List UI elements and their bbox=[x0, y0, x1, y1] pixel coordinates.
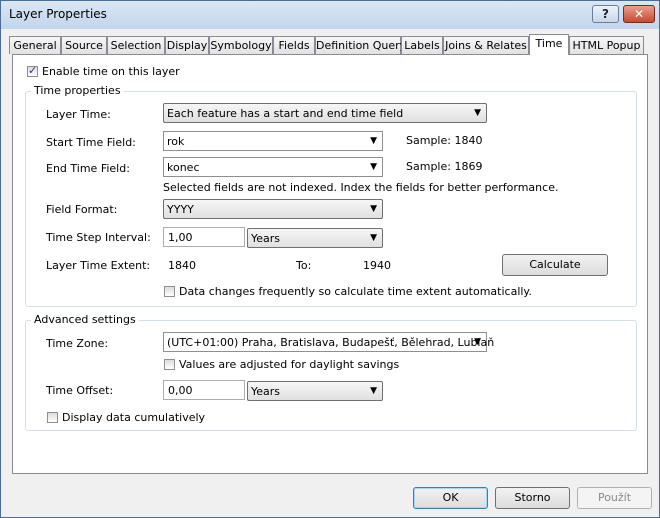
tab-definition-query[interactable]: Definition Query bbox=[315, 36, 406, 54]
chevron-down-icon: ▼ bbox=[474, 337, 481, 347]
extent-to-label: To: bbox=[296, 259, 312, 272]
enable-time-label: Enable time on this layer bbox=[42, 65, 180, 78]
time-step-unit-dropdown[interactable]: Years ▼ bbox=[247, 228, 383, 248]
tab-fields[interactable]: Fields bbox=[273, 36, 315, 54]
chevron-down-icon: ▼ bbox=[370, 233, 377, 243]
end-time-field-label: End Time Field: bbox=[46, 162, 130, 175]
advanced-settings-title: Advanced settings bbox=[31, 313, 139, 326]
time-step-input[interactable]: 1,00 bbox=[163, 227, 245, 247]
time-step-label: Time Step Interval: bbox=[46, 231, 151, 244]
start-sample-text: Sample: 1840 bbox=[406, 134, 483, 147]
chevron-down-icon: ▼ bbox=[370, 136, 377, 146]
tab-source[interactable]: Source bbox=[61, 36, 107, 54]
cancel-button[interactable]: Storno bbox=[495, 487, 570, 509]
daylight-savings-label: Values are adjusted for daylight savings bbox=[179, 358, 400, 371]
index-warning-text: Selected fields are not indexed. Index t… bbox=[163, 181, 559, 194]
ok-button[interactable]: OK bbox=[413, 487, 488, 509]
time-offset-unit-dropdown[interactable]: Years ▼ bbox=[247, 381, 383, 401]
calculate-button[interactable]: Calculate bbox=[502, 254, 608, 276]
title-bar: Layer Properties ? ✕ bbox=[1, 1, 659, 29]
field-format-value: YYYY bbox=[167, 203, 194, 216]
time-offset-value: 0,00 bbox=[168, 384, 193, 397]
start-time-field-label: Start Time Field: bbox=[46, 136, 136, 149]
time-zone-dropdown[interactable]: (UTC+01:00) Praha, Bratislava, Budapešť,… bbox=[163, 332, 494, 352]
close-button[interactable]: ✕ bbox=[623, 5, 655, 23]
field-format-dropdown[interactable]: YYYY ▼ bbox=[163, 199, 383, 219]
layer-time-label: Layer Time: bbox=[46, 108, 111, 121]
tab-joins-relates[interactable]: Joins & Relates bbox=[443, 36, 529, 54]
tab-general[interactable]: General bbox=[9, 36, 61, 54]
time-tab-panel: Enable time on this layer Time propertie… bbox=[12, 54, 648, 474]
auto-calculate-checkbox[interactable] bbox=[164, 286, 175, 297]
extent-start-value: 1840 bbox=[168, 259, 196, 272]
tab-selection[interactable]: Selection bbox=[107, 36, 165, 54]
time-offset-unit-value: Years bbox=[251, 385, 281, 398]
tab-labels[interactable]: Labels bbox=[401, 36, 443, 54]
layer-properties-dialog: Layer Properties ? ✕ General Source Sele… bbox=[0, 0, 660, 518]
time-zone-value: (UTC+01:00) Praha, Bratislava, Budapešť,… bbox=[167, 336, 495, 349]
time-offset-input[interactable]: 0,00 bbox=[163, 380, 245, 400]
layer-time-extent-label: Layer Time Extent: bbox=[46, 259, 151, 272]
daylight-savings-checkbox[interactable] bbox=[164, 359, 175, 370]
end-sample-text: Sample: 1869 bbox=[406, 160, 483, 173]
help-button[interactable]: ? bbox=[592, 5, 619, 23]
tab-strip: General Source Selection Display Symbolo… bbox=[9, 34, 654, 55]
tab-display[interactable]: Display bbox=[165, 36, 209, 54]
chevron-down-icon: ▼ bbox=[370, 162, 377, 172]
layer-time-value: Each feature has a start and end time fi… bbox=[167, 107, 404, 120]
time-offset-label: Time Offset: bbox=[46, 384, 114, 397]
tab-symbology[interactable]: Symbology bbox=[209, 36, 273, 54]
chevron-down-icon: ▼ bbox=[370, 386, 377, 396]
start-time-field-dropdown[interactable]: rok ▼ bbox=[163, 131, 383, 151]
time-properties-title: Time properties bbox=[31, 84, 124, 97]
time-step-value: 1,00 bbox=[168, 231, 193, 244]
chevron-down-icon: ▼ bbox=[474, 108, 481, 118]
layer-time-dropdown[interactable]: Each feature has a start and end time fi… bbox=[163, 103, 487, 123]
tab-time[interactable]: Time bbox=[529, 34, 569, 55]
start-time-field-value: rok bbox=[167, 135, 185, 148]
chevron-down-icon: ▼ bbox=[370, 204, 377, 214]
window-title: Layer Properties bbox=[9, 7, 107, 21]
cumulative-checkbox[interactable] bbox=[47, 412, 58, 423]
time-step-unit-value: Years bbox=[251, 232, 281, 245]
tab-html-popup[interactable]: HTML Popup bbox=[569, 36, 644, 54]
time-zone-label: Time Zone: bbox=[46, 337, 109, 350]
end-time-field-dropdown[interactable]: konec ▼ bbox=[163, 157, 383, 177]
end-time-field-value: konec bbox=[167, 161, 200, 174]
auto-calculate-label: Data changes frequently so calculate tim… bbox=[179, 285, 532, 298]
field-format-label: Field Format: bbox=[46, 203, 118, 216]
apply-button[interactable]: Použít bbox=[577, 487, 652, 509]
enable-time-checkbox[interactable] bbox=[27, 64, 38, 77]
extent-end-value: 1940 bbox=[363, 259, 391, 272]
cumulative-label: Display data cumulatively bbox=[62, 411, 206, 424]
